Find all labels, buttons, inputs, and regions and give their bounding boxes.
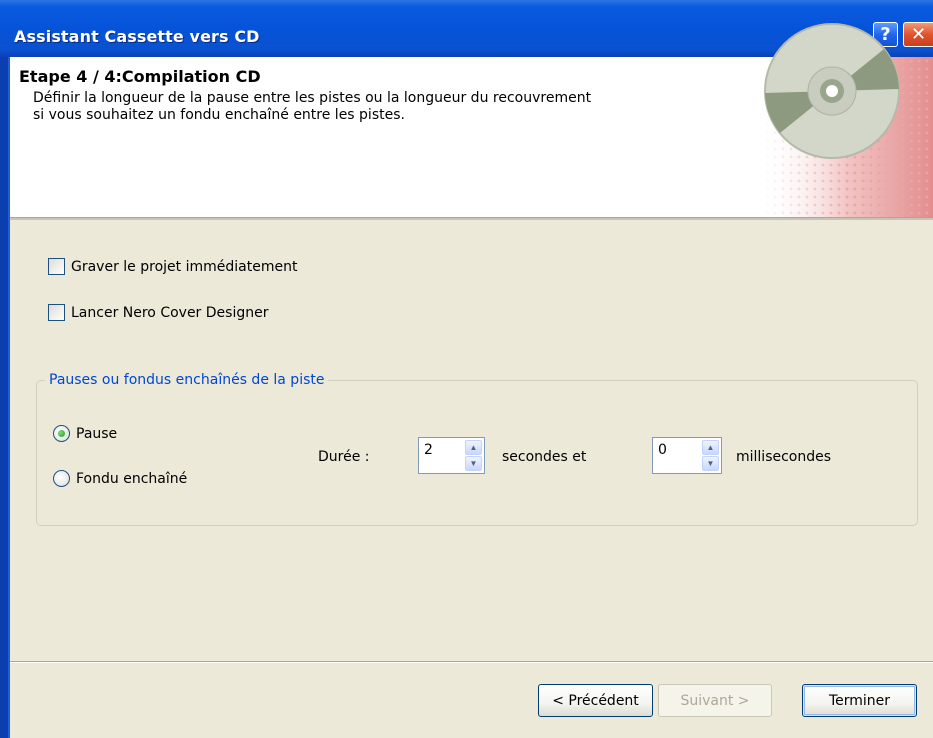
burn-now-checkbox[interactable]: Graver le projet immédiatement [48, 258, 297, 275]
radio-pause[interactable]: Pause [53, 425, 117, 442]
next-button[interactable]: Suivant > [658, 684, 772, 717]
step-description: Définir la longueur de la pause entre le… [33, 90, 592, 123]
footer-separator [10, 661, 933, 663]
milliseconds-down-icon[interactable]: ▼ [702, 456, 719, 471]
duration-label: Durée : [318, 449, 370, 465]
seconds-unit: secondes et [502, 449, 587, 465]
milliseconds-up-icon[interactable]: ▲ [702, 440, 719, 455]
close-button[interactable]: ✕ [903, 22, 933, 47]
milliseconds-unit: millisecondes [736, 449, 832, 465]
group-legend: Pauses ou fondus enchaînés de la piste [45, 372, 329, 388]
cover-designer-label: Lancer Nero Cover Designer [71, 304, 269, 321]
burn-now-box[interactable] [48, 258, 65, 275]
milliseconds-value[interactable]: 0 [653, 438, 702, 473]
previous-button[interactable]: < Précédent [538, 684, 653, 717]
milliseconds-spinner[interactable]: 0 ▲ ▼ [652, 437, 722, 474]
cover-designer-checkbox[interactable]: Lancer Nero Cover Designer [48, 304, 268, 321]
cover-designer-box[interactable] [48, 304, 65, 321]
burn-now-label: Graver le projet immédiatement [71, 258, 298, 275]
cd-hole [826, 85, 838, 97]
seconds-spinner[interactable]: 2 ▲ ▼ [418, 437, 485, 474]
radio-crossfade-circle[interactable] [53, 470, 70, 487]
header-separator [10, 217, 933, 220]
window-title: Assistant Cassette vers CD [14, 27, 260, 46]
seconds-value[interactable]: 2 [419, 438, 465, 473]
cd-disc-icon [764, 23, 900, 159]
seconds-down-icon[interactable]: ▼ [465, 456, 482, 471]
radio-crossfade-label: Fondu enchaîné [76, 470, 188, 487]
seconds-up-icon[interactable]: ▲ [465, 440, 482, 455]
milliseconds-arrows: ▲ ▼ [702, 438, 721, 473]
radio-pause-circle[interactable] [53, 425, 70, 442]
seconds-arrows: ▲ ▼ [465, 438, 484, 473]
radio-pause-label: Pause [76, 425, 118, 442]
finish-button[interactable]: Terminer [802, 684, 917, 717]
step-title: Etape 4 / 4:Compilation CD [19, 67, 261, 86]
radio-crossfade[interactable]: Fondu enchaîné [53, 470, 187, 487]
